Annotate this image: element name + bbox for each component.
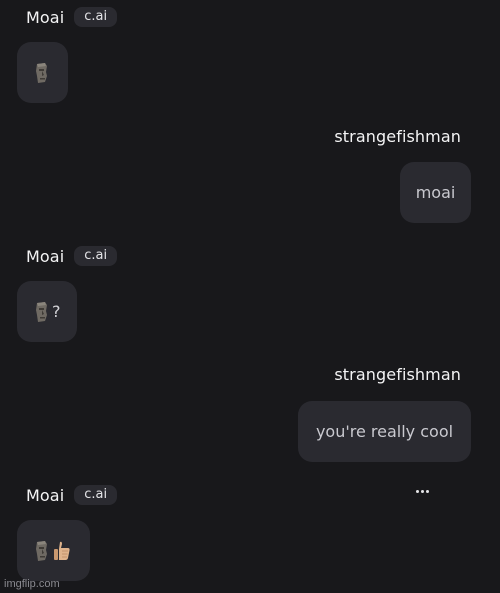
bot-message-header: Moai c.ai	[26, 484, 118, 506]
user-message-bubble: moai	[400, 162, 471, 223]
moai-icon	[36, 540, 47, 561]
chat-thread: Moai c.ai strangefishman moai Moai c.ai …	[0, 0, 500, 593]
bot-message-header: Moai c.ai	[26, 245, 118, 267]
bot-message-bubble: ?	[17, 281, 77, 342]
thumbs-up-icon	[54, 541, 70, 560]
watermark: imgflip.com	[4, 578, 60, 590]
bot-message-bubble	[17, 42, 68, 103]
bot-badge: c.ai	[74, 246, 118, 266]
bot-name[interactable]: Moai	[26, 8, 64, 27]
bot-name[interactable]: Moai	[26, 247, 64, 266]
user-message-bubble: you're really cool	[298, 401, 471, 462]
user-name[interactable]: strangefishman	[334, 127, 461, 146]
more-dots-icon[interactable]	[416, 490, 429, 493]
bot-badge: c.ai	[74, 7, 118, 27]
moai-icon	[36, 62, 47, 83]
bot-message-bubble	[17, 520, 90, 581]
bot-message-header: Moai c.ai	[26, 6, 118, 28]
user-name[interactable]: strangefishman	[334, 365, 461, 384]
moai-icon	[36, 301, 47, 322]
message-text: ?	[52, 302, 61, 321]
bot-name[interactable]: Moai	[26, 486, 64, 505]
bot-badge: c.ai	[74, 485, 118, 505]
